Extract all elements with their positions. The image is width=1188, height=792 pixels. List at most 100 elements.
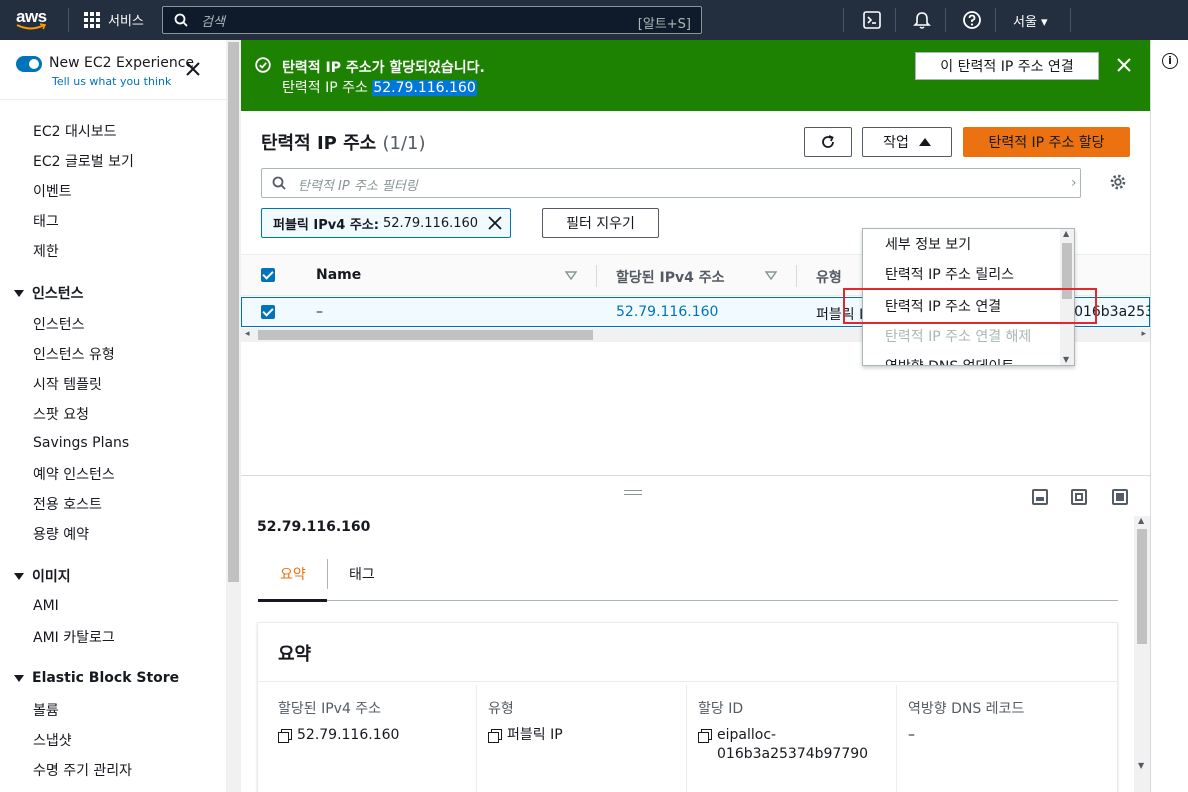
scrollbar-thumb[interactable] [1137, 529, 1147, 644]
elastic-ip-table-panel: 탄력적 IP 주소 (1/1) 작업 탄력적 IP 주소 할당 탄력적 IP 주… [241, 111, 1150, 515]
cell-ipv4-link[interactable]: 52.79.116.160 [616, 304, 718, 320]
column-divider [596, 265, 597, 287]
menu-item-update-reverse-dns[interactable]: 역방향 DNS 업데이트 [885, 356, 1014, 365]
scroll-down-icon[interactable]: ▼ [1063, 355, 1069, 364]
close-icon[interactable] [186, 62, 200, 76]
caret-up-icon [918, 138, 931, 146]
search-input[interactable]: 검색 [알트+S] [162, 6, 702, 34]
sidebar-item-volumes[interactable]: 볼륨 [33, 700, 59, 720]
allocate-eip-button[interactable]: 탄력적 IP 주소 할당 [963, 127, 1130, 157]
info-icon[interactable]: i [1162, 53, 1178, 69]
tab-summary[interactable]: 요약 [280, 564, 306, 584]
split-full-icon[interactable] [1112, 489, 1128, 505]
feedback-link[interactable]: Tell us what you think [52, 75, 171, 88]
scroll-down-icon[interactable]: ▼ [1138, 761, 1144, 770]
copy-icon[interactable] [278, 729, 292, 743]
cell-name: – [316, 304, 323, 320]
sidebar-item-instance-types[interactable]: 인스턴스 유형 [33, 344, 115, 364]
divider [843, 8, 844, 32]
menu-item-view-details[interactable]: 세부 정보 보기 [885, 234, 971, 254]
scroll-up-icon[interactable]: ▲ [1138, 516, 1144, 525]
copy-icon[interactable] [488, 729, 502, 743]
details-scrollbar[interactable]: ▲ ▼ [1134, 516, 1150, 792]
sidebar-item-events[interactable]: 이벤트 [33, 181, 72, 201]
split-middle-icon[interactable] [1071, 489, 1087, 505]
filter-input[interactable]: 탄력적 IP 주소 필터링 [261, 168, 1081, 198]
divider [895, 8, 896, 32]
grid-icon [84, 11, 100, 28]
sidebar-item-limits[interactable]: 제한 [33, 241, 59, 261]
column-header-name[interactable]: Name [316, 267, 361, 283]
column-header-type[interactable]: 유형 [816, 267, 842, 287]
sidebar-item-lifecycle-manager[interactable]: 수명 주기 관리자 [33, 760, 132, 780]
scrollbar-thumb[interactable] [228, 42, 239, 582]
select-all-checkbox[interactable] [261, 268, 275, 282]
bell-icon[interactable] [912, 10, 932, 30]
divider [68, 8, 69, 32]
next-page-icon[interactable]: › [1071, 175, 1077, 191]
sort-icon[interactable] [565, 271, 577, 281]
associate-this-eip-button[interactable]: 이 탄력적 IP 주소 연결 [915, 52, 1099, 80]
sidebar-section-images[interactable]: 이미지 [14, 566, 71, 586]
refresh-button[interactable] [804, 127, 852, 157]
caret-down-icon [14, 572, 24, 580]
sidebar-section-ebs[interactable]: Elastic Block Store [14, 670, 179, 686]
summary-title: 요약 [278, 644, 312, 665]
summary-card: 요약 할당된 IPv4 주소 52.79.116.160 유형 퍼블릭 IP 할… [257, 622, 1118, 792]
sidebar-item-ami-catalog[interactable]: AMI 카탈로그 [33, 627, 115, 647]
field-type: 유형 퍼블릭 IP [488, 701, 563, 743]
annotation-highlight-box [843, 288, 1097, 324]
active-tab-indicator [258, 599, 327, 602]
copy-icon[interactable] [698, 729, 712, 743]
new-experience-toggle[interactable] [16, 56, 42, 72]
sidebar-item-ec2-dashboard[interactable]: EC2 대시보드 [33, 121, 117, 141]
caret-down-icon [14, 289, 24, 297]
field-reverse-dns: 역방향 DNS 레코드 – [908, 701, 1025, 743]
sidebar-item-instances[interactable]: 인스턴스 [33, 314, 85, 334]
aws-logo[interactable]: aws [14, 7, 54, 32]
row-checkbox[interactable] [261, 305, 275, 319]
sidebar-item-tags[interactable]: 태그 [33, 211, 59, 231]
sidebar-item-reserved-instances[interactable]: 예약 인스턴스 [33, 464, 115, 484]
tab-divider [327, 559, 328, 589]
field-allocation-id: 할당 ID eipalloc- 016b3a25374b97790 [698, 701, 869, 762]
tab-tags[interactable]: 태그 [349, 564, 375, 584]
sidebar-item-capacity-reservations[interactable]: 용량 예약 [33, 524, 89, 544]
services-menu-button[interactable]: 서비스 [84, 10, 144, 29]
clear-filters-button[interactable]: 필터 지우기 [542, 208, 659, 238]
remove-token-icon[interactable] [487, 215, 503, 231]
split-bottom-icon[interactable] [1032, 489, 1048, 505]
sort-icon[interactable] [765, 271, 777, 281]
cloudshell-icon[interactable] [862, 10, 882, 30]
gear-icon[interactable] [1109, 173, 1127, 191]
sidebar-scrollbar[interactable] [226, 40, 241, 792]
column-header-ipv4[interactable]: 할당된 IPv4 주소 [616, 267, 725, 287]
sidebar-item-snapshots[interactable]: 스냅샷 [33, 730, 72, 750]
actions-button[interactable]: 작업 [862, 127, 952, 157]
dismiss-icon[interactable] [1117, 58, 1131, 72]
scroll-up-icon[interactable]: ▲ [1063, 229, 1069, 238]
sidebar-item-launch-templates[interactable]: 시작 템플릿 [33, 374, 102, 394]
help-icon[interactable] [962, 10, 982, 30]
flash-ip-highlight: 52.79.116.160 [372, 80, 477, 96]
sidebar-section-instances[interactable]: 인스턴스 [14, 283, 84, 303]
menu-item-release-eip[interactable]: 탄력적 IP 주소 릴리스 [885, 264, 1014, 284]
new-experience-banner: New EC2 Experience Tell us what you thin… [0, 40, 226, 100]
sidebar-item-global-view[interactable]: EC2 글로벌 보기 [33, 151, 134, 171]
sidebar-item-ami[interactable]: AMI [33, 598, 59, 614]
sidebar-item-spot-requests[interactable]: 스팟 요청 [33, 404, 89, 424]
region-selector[interactable]: 서울 ▾ [1013, 11, 1048, 30]
sidebar-item-dedicated-hosts[interactable]: 전용 호스트 [33, 494, 102, 514]
search-icon [272, 176, 286, 190]
flash-heading: 탄력적 IP 주소가 할당되었습니다. [282, 60, 485, 76]
divider [476, 685, 477, 792]
help-panel-rail: i [1150, 40, 1188, 792]
scroll-right-icon[interactable]: ▸ [1141, 329, 1146, 339]
sidebar-item-savings-plans[interactable]: Savings Plans [33, 435, 129, 451]
column-divider [796, 265, 797, 287]
scroll-left-icon[interactable]: ◂ [245, 329, 250, 339]
divider [945, 8, 946, 32]
resize-handle-icon[interactable] [624, 490, 642, 495]
filter-token: 퍼블릭 IPv4 주소: 52.79.116.160 [261, 208, 511, 238]
scrollbar-thumb[interactable] [258, 330, 593, 340]
